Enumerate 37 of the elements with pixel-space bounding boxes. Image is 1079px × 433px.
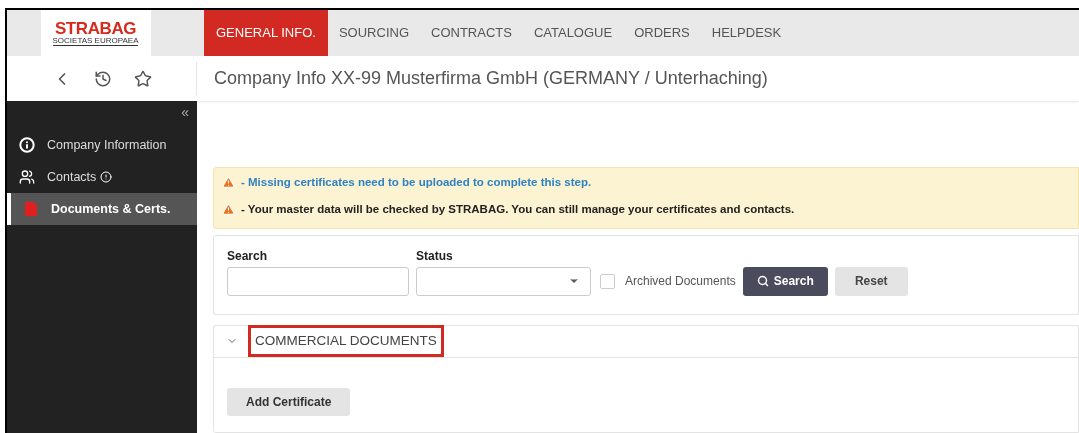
logo-name: STRABAG <box>54 20 137 37</box>
history-icon[interactable] <box>93 69 112 88</box>
people-icon <box>19 169 35 185</box>
nav-tab[interactable]: CONTRACTS <box>420 10 523 56</box>
archived-checkbox[interactable] <box>600 273 615 289</box>
search-icon <box>756 275 769 287</box>
star-icon[interactable] <box>133 69 152 88</box>
document-icon <box>23 201 39 217</box>
status-dropdown[interactable] <box>416 266 591 296</box>
logo-tagline: SOCIETAS EUROPAEA <box>52 37 139 46</box>
logo[interactable]: STRABAG SOCIETAS EUROPAEA <box>40 10 151 56</box>
search-button[interactable]: Search <box>742 266 828 296</box>
nav-tab[interactable]: CATALOGUE <box>522 10 624 56</box>
warning-icon <box>222 203 235 217</box>
status-label: Status <box>416 247 454 265</box>
info-icon <box>19 137 35 153</box>
sidebar-item[interactable]: Company Information <box>7 129 197 161</box>
warning-icon <box>222 176 235 190</box>
search-field[interactable] <box>227 266 409 296</box>
nav-tab[interactable]: HELPDESK <box>700 10 793 56</box>
archived-label: Archived Documents <box>625 273 736 290</box>
sidebar-label: Contacts <box>47 168 97 186</box>
sidebar-label: Company Information <box>47 136 167 154</box>
sidebar-item[interactable]: Contacts <box>7 161 197 193</box>
section-title[interactable]: COMMERCIAL DOCUMENTS <box>248 324 444 358</box>
sidebar-label: Documents & Certs. <box>51 200 171 218</box>
nav-tab[interactable]: SOURCING <box>327 10 420 56</box>
nav-tab[interactable]: GENERAL INFO. <box>204 10 328 56</box>
collapse-button[interactable]: « <box>181 105 189 119</box>
alert-link[interactable]: - Missing certificates need to be uploaded to complete this step. <box>241 174 592 192</box>
alert-text: - Your master data will be checked by STRABAG. You can still manage your certificates and contacts. <box>241 202 795 218</box>
page-title: Company Info XX-99 Musterfirma GmbH (GERMANY / Unterhaching) <box>213 67 768 90</box>
nav-tab[interactable]: ORDERS <box>623 10 701 56</box>
search-label: Search <box>227 247 269 265</box>
sidebar-item[interactable]: Documents & Certs. <box>7 193 197 225</box>
add-certificate-button[interactable]: Add Certificate <box>227 387 351 416</box>
reset-button[interactable]: Reset <box>834 266 908 296</box>
